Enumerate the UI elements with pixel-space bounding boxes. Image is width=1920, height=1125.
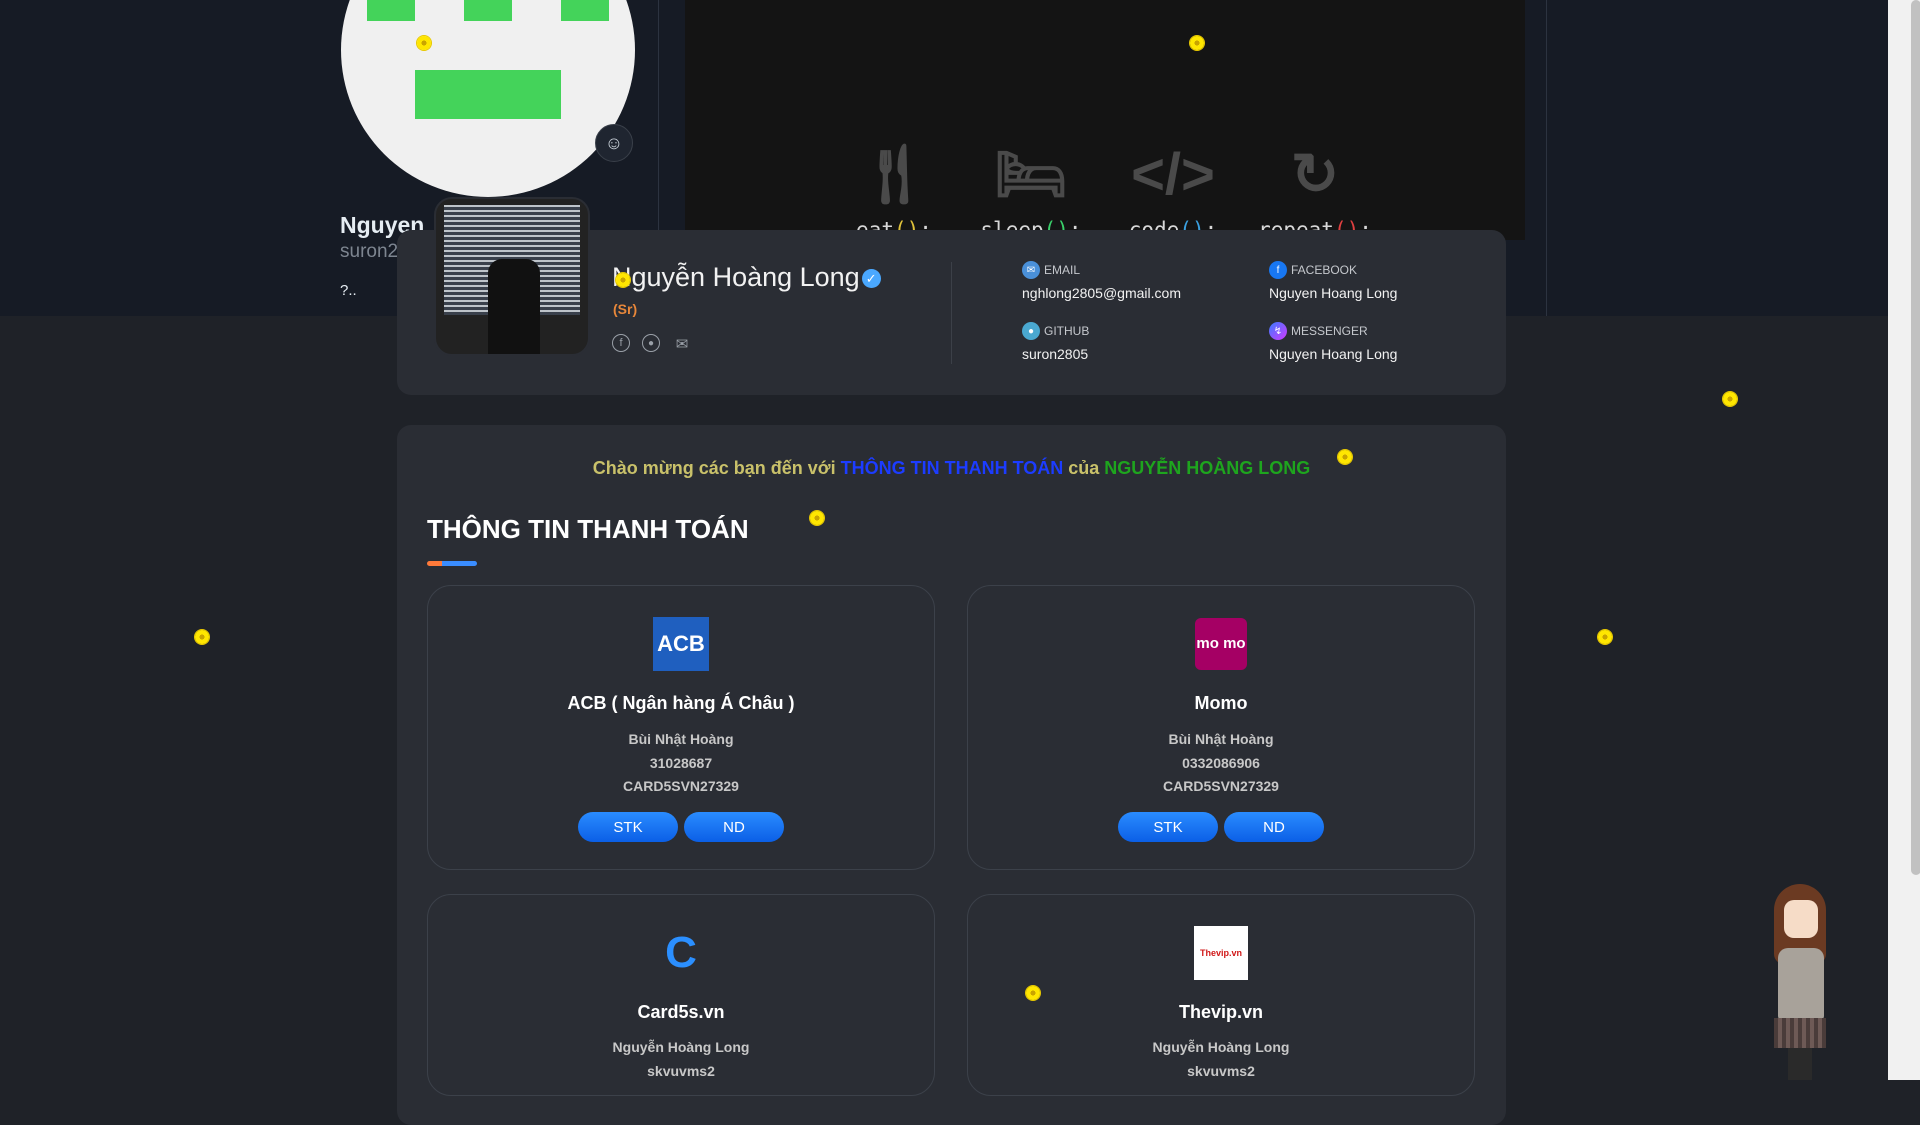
card5s-logo: C	[665, 928, 697, 977]
profile-avatar	[434, 197, 590, 356]
contact-github[interactable]: ● GITHUB suron2805	[1022, 322, 1089, 362]
flower-decoration	[1721, 390, 1739, 408]
banner-item-code: </> code();	[1108, 140, 1238, 242]
divider-right	[1546, 0, 1547, 316]
github-bio: ?..	[340, 282, 357, 299]
title-underline	[427, 561, 477, 566]
flower-decoration	[1024, 984, 1042, 1002]
payment-card-momo: mo mo Momo Bùi Nhật Hoàng 0332086906 CAR…	[967, 585, 1475, 870]
banner-item-sleep: 🛏︎ sleep();	[966, 140, 1096, 242]
copy-content-button[interactable]: ND	[1224, 812, 1324, 842]
scrollbar-thumb[interactable]	[1911, 0, 1920, 875]
code-icon: </>	[1131, 142, 1215, 207]
github-icon: ●	[1022, 322, 1040, 340]
messenger-icon: ↯	[1269, 322, 1287, 340]
payment-card-card5s: C Card5s.vn Nguyễn Hoàng Long skvuvms2	[427, 894, 935, 1096]
flower-decoration	[415, 34, 433, 52]
profile-banner	[685, 0, 1525, 240]
payment-card-thevip: Thevip.vn Thevip.vn Nguyễn Hoàng Long sk…	[967, 894, 1475, 1096]
acb-logo: ACB	[653, 617, 709, 671]
repeat-icon: ↻	[1290, 142, 1340, 207]
flower-decoration	[614, 271, 632, 289]
payment-card-acb: ACB ACB ( Ngân hàng Á Châu ) Bùi Nhật Ho…	[427, 585, 935, 870]
social-links: f ● ✉	[612, 334, 692, 354]
momo-logo: mo mo	[1193, 617, 1249, 671]
contact-email[interactable]: ✉ EMAIL nghlong2805@gmail.com	[1022, 261, 1181, 301]
payment-title: THÔNG TIN THANH TOÁN	[427, 514, 749, 544]
banner-item-eat: 🍴︎ eat();	[829, 140, 959, 242]
banner-item-repeat: ↻ repeat();	[1250, 140, 1380, 242]
bed-icon: 🛏︎	[994, 142, 1068, 207]
copy-account-button[interactable]: STK	[578, 812, 678, 842]
github-username: suron2	[340, 241, 399, 262]
copy-content-button[interactable]: ND	[684, 812, 784, 842]
profile-name: Nguyễn Hoàng Long ✓	[612, 262, 881, 293]
fork-knife-icon: 🍴︎	[857, 142, 931, 207]
scrollbar[interactable]	[1888, 0, 1920, 1080]
flower-decoration	[193, 628, 211, 646]
contact-messenger[interactable]: ↯ MESSENGER Nguyen Hoang Long	[1269, 322, 1397, 362]
flower-decoration	[1188, 34, 1206, 52]
anime-mascot[interactable]	[1760, 882, 1840, 1080]
flower-decoration	[1596, 628, 1614, 646]
github-icon[interactable]: ●	[642, 334, 660, 352]
smiley-icon[interactable]: ☺	[595, 124, 633, 162]
profile-rank: (Sr)	[613, 301, 638, 317]
copy-account-button[interactable]: STK	[1118, 812, 1218, 842]
flower-decoration	[1336, 448, 1354, 466]
facebook-icon[interactable]: f	[612, 334, 630, 352]
thevip-logo: Thevip.vn	[1193, 926, 1249, 980]
facebook-icon: f	[1269, 261, 1287, 279]
email-icon: ✉	[1022, 261, 1040, 279]
contact-facebook[interactable]: f FACEBOOK Nguyen Hoang Long	[1269, 261, 1397, 301]
email-icon[interactable]: ✉	[672, 334, 692, 354]
verified-icon: ✓	[861, 269, 881, 289]
profile-divider	[951, 262, 952, 364]
flower-decoration	[808, 509, 826, 527]
